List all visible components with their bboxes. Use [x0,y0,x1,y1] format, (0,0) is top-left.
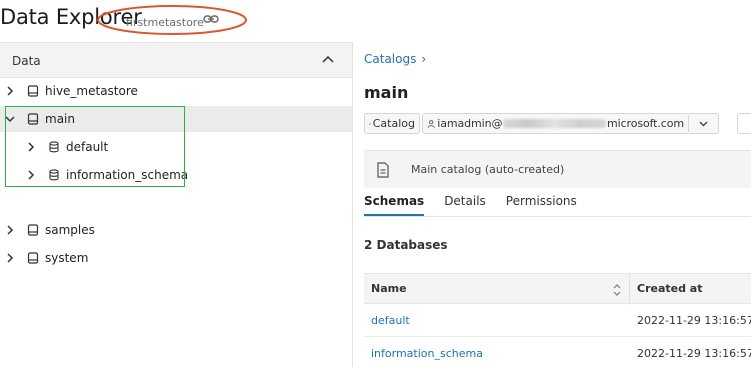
owner-dropdown-button[interactable] [689,113,719,134]
catalog-icon [27,224,39,236]
sort-icon[interactable] [613,284,621,296]
catalog-comment-text: Main catalog (auto-created) [411,163,565,176]
table-header: Name Created at [364,273,751,305]
table-row: default 2022-11-29 13:16:57 [364,304,751,337]
schema-link[interactable]: information_schema [371,347,483,360]
schema-link[interactable]: default [371,314,410,327]
owner-email-domain: microsoft.com [607,117,684,130]
tabs-divider [364,216,751,217]
tree-item-information-schema[interactable]: information_schema [0,162,352,188]
chevron-right-icon[interactable] [5,86,15,96]
breadcrumb: Catalogs › [364,52,426,66]
chevron-up-icon[interactable] [322,55,334,63]
chevron-down-icon[interactable] [5,114,15,124]
data-panel-label: Data [12,54,41,68]
catalog-icon [369,122,371,125]
user-icon [427,119,435,128]
tree-item-label: default [66,140,109,154]
tree-item-system[interactable]: system [0,245,352,271]
tab-schemas[interactable]: Schemas [364,194,425,216]
column-resizer[interactable] [629,274,630,305]
chevron-right-icon[interactable] [26,170,36,180]
database-count: 2 Databases [364,238,448,252]
tab-details[interactable]: Details [444,194,486,216]
column-header-created-at[interactable]: Created at [637,282,702,295]
tree-item-label: hive_metastore [45,84,138,98]
database-icon [49,141,59,153]
more-actions-button[interactable] [737,113,751,134]
breadcrumb-catalogs-link[interactable]: Catalogs [364,52,416,66]
page-title: Data Explorer [0,5,142,29]
metastore-name[interactable]: firstmetastore [126,16,204,29]
data-panel-header[interactable]: Data [0,43,352,78]
breadcrumb-separator: › [421,52,427,66]
catalog-icon [27,252,39,264]
catalog-detail-panel: Catalogs › main Catalog iamadmin@ microsof… [353,42,751,367]
chevron-right-icon[interactable] [26,142,36,152]
chevron-right-icon[interactable] [5,225,15,235]
column-header-name[interactable]: Name [371,282,407,295]
catalog-icon [27,85,39,97]
tree-item-label: samples [45,223,95,237]
detail-tabs: Schemas Details Permissions [364,194,597,216]
tree-item-samples[interactable]: samples [0,217,352,243]
catalog-type-label: Catalog [372,117,415,130]
created-at-cell: 2022-11-29 13:16:57 [637,313,751,327]
chevron-right-icon[interactable] [5,253,15,263]
catalog-type-badge: Catalog [364,113,420,134]
tree-item-label: system [45,251,89,265]
redacted-text [503,119,607,128]
schemas-table: Name Created at default 2022-11-29 13:16… [364,273,751,367]
tree-item-hive-metastore[interactable]: hive_metastore [0,78,352,104]
database-icon [49,169,59,181]
chevron-down-icon [699,121,708,126]
catalog-title: main [364,83,409,102]
catalog-comment[interactable]: Main catalog (auto-created) [364,150,751,188]
created-at-cell: 2022-11-29 13:16:57 [637,346,751,360]
catalog-icon [27,113,39,125]
owner-email-prefix: iamadmin@ [437,117,503,130]
table-row: information_schema 2022-11-29 13:16:57 [364,337,751,367]
tree-item-default[interactable]: default [0,134,352,160]
owner-field[interactable]: iamadmin@ microsoft.com [422,113,689,134]
tree-item-main[interactable]: main [0,106,352,132]
link-icon[interactable] [203,13,219,25]
tree-item-label: information_schema [66,168,189,182]
document-icon [377,161,389,178]
tab-permissions[interactable]: Permissions [506,194,577,216]
tree-item-label: main [45,112,75,126]
